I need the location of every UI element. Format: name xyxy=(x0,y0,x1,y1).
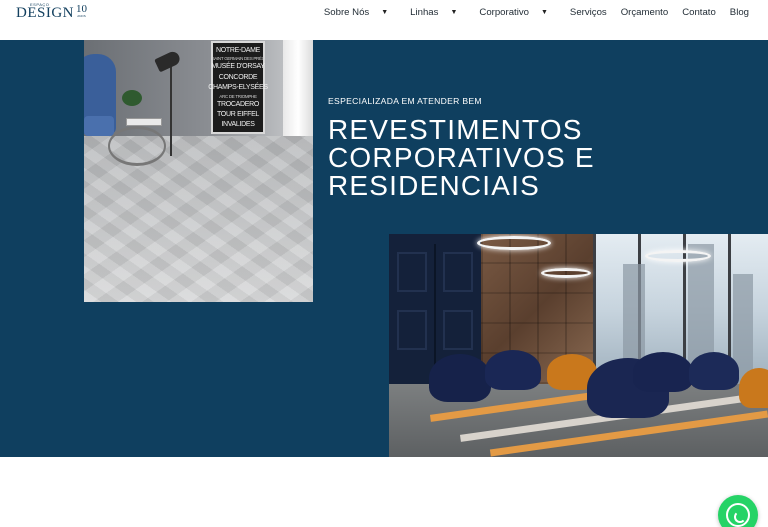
logo-number-sub: ANOS xyxy=(77,14,86,18)
poster-line: CONCORDE xyxy=(218,73,258,81)
photo-plant xyxy=(122,90,142,106)
headline-line: CORPORATIVOS E xyxy=(328,142,595,173)
photo-navy-chair xyxy=(429,354,491,402)
door-panel xyxy=(443,310,473,350)
hero-section: NOTRE-DAME SAINT GERMAIN DES PRÉS MUSÉE … xyxy=(0,40,768,457)
residential-interior-photo: NOTRE-DAME SAINT GERMAIN DES PRÉS MUSÉE … xyxy=(84,40,313,302)
paris-poster: NOTRE-DAME SAINT GERMAIN DES PRÉS MUSÉE … xyxy=(208,41,268,134)
nav-label: Contato xyxy=(682,7,716,18)
site-header: ESPAÇO DESIGN 10 ANOS Sobre Nós ▼ Linhas… xyxy=(0,0,768,40)
nav-label: Orçamento xyxy=(620,7,669,18)
poster-line: TOUR EIFFEL xyxy=(216,111,260,119)
hero-headline: REVESTIMENTOS CORPORATIVOS E RESIDENCIAI… xyxy=(328,116,595,200)
hero-eyebrow: ESPECIALIZADA EM ATENDER BEM xyxy=(328,96,482,106)
logo-wordmark: ESPAÇO DESIGN xyxy=(16,2,74,21)
nav-label: Corporativo xyxy=(479,7,529,18)
door-panel xyxy=(397,252,427,292)
photo-side-table xyxy=(108,126,166,166)
photo-ring-light xyxy=(477,236,551,250)
photo-ring-light xyxy=(541,268,591,278)
photo-ring-light xyxy=(645,250,711,262)
photo-wall xyxy=(84,40,313,136)
poster-line: MUSÉE D'ORSAY xyxy=(211,63,265,71)
nav-item-linhas[interactable]: Linhas ▼ xyxy=(410,7,457,18)
headline-line: REVESTIMENTOS xyxy=(328,114,583,145)
door-panel xyxy=(443,252,473,292)
corporate-lounge-photo xyxy=(389,234,768,457)
caret-down-icon: ▼ xyxy=(450,9,458,16)
whatsapp-button[interactable] xyxy=(718,495,758,527)
photo-lamp-pole xyxy=(170,60,172,156)
brand-logo[interactable]: ESPAÇO DESIGN 10 ANOS xyxy=(16,2,87,21)
headline-line: RESIDENCIAIS xyxy=(328,170,540,201)
photo-navy-chair xyxy=(485,350,541,390)
nav-label: Serviços xyxy=(569,7,607,18)
photo-curtain xyxy=(283,40,313,150)
photo-chair-seat xyxy=(84,116,114,136)
whatsapp-icon xyxy=(726,503,750,527)
photo-orange-chair xyxy=(739,368,768,408)
nav-item-contato[interactable]: Contato xyxy=(682,7,716,18)
poster-line: INVALIDES xyxy=(221,121,255,129)
photo-books xyxy=(126,118,162,126)
logo-prefix: ESPAÇO xyxy=(30,2,50,7)
caret-down-icon: ▼ xyxy=(540,9,548,16)
photo-navy-chair xyxy=(633,352,693,392)
nav-label: Sobre Nós xyxy=(323,7,370,18)
caret-down-icon: ▼ xyxy=(381,9,389,16)
main-nav: Sobre Nós ▼ Linhas ▼ Corporativo ▼ Servi… xyxy=(310,7,749,18)
poster-line: NOTRE-DAME xyxy=(215,47,261,54)
nav-item-sobre-nos[interactable]: Sobre Nós ▼ xyxy=(324,7,388,18)
logo-word: DESIGN xyxy=(16,5,74,21)
poster-line: TROCADERO xyxy=(216,100,260,108)
nav-item-blog[interactable]: Blog xyxy=(730,7,749,18)
nav-label: Blog xyxy=(729,7,749,18)
nav-item-corporativo[interactable]: Corporativo ▼ xyxy=(479,7,548,18)
logo-anniversary: 10 ANOS xyxy=(76,4,87,18)
poster-line: CHAMPS-ELYSÉES xyxy=(208,84,268,92)
nav-item-servicos[interactable]: Serviços xyxy=(570,7,607,18)
door-panel xyxy=(397,310,427,350)
nav-label: Linhas xyxy=(410,7,439,18)
photo-navy-chair xyxy=(689,352,739,390)
nav-item-orcamento[interactable]: Orçamento xyxy=(621,7,668,18)
